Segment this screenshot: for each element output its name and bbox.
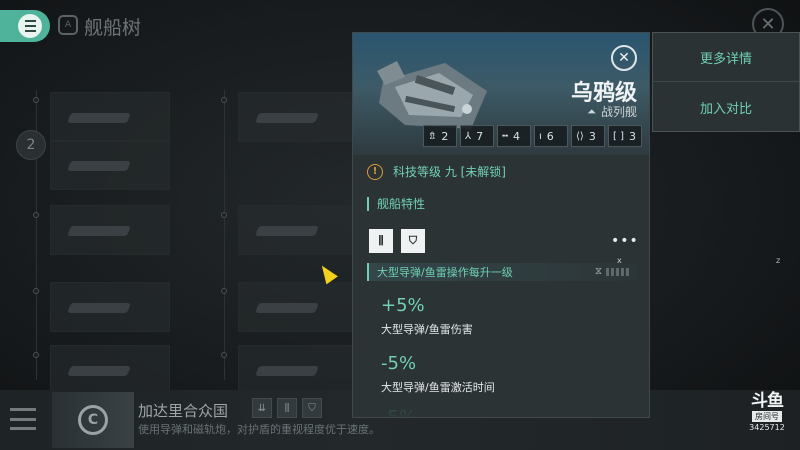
effect-value: +5% bbox=[381, 295, 425, 316]
stat-value: 3 bbox=[588, 129, 596, 143]
scroll-fade bbox=[353, 393, 649, 417]
ship-card[interactable] bbox=[238, 205, 358, 255]
nation-tags: ⇊ ⫼ ⛉ bbox=[252, 398, 322, 418]
stat-value: 7 bbox=[476, 129, 484, 143]
nation-description: 使用导弹和磁轨炮，对护盾的重视程度优于速度。 bbox=[138, 423, 380, 436]
ship-card[interactable] bbox=[50, 205, 170, 255]
shield-trait-icon[interactable]: ⛉ bbox=[401, 229, 425, 253]
tree-node bbox=[221, 97, 227, 103]
add-to-compare-button[interactable]: 加入对比 bbox=[653, 83, 799, 132]
ship-card[interactable] bbox=[50, 282, 170, 332]
tree-node bbox=[33, 212, 39, 218]
ship-card[interactable] bbox=[50, 92, 170, 142]
ship-class: ⏶ 战列舰 bbox=[587, 103, 637, 120]
tree-node bbox=[221, 352, 227, 358]
stat-value: 4 bbox=[513, 129, 521, 143]
stat-slot: ı6 bbox=[534, 125, 568, 147]
stream-watermark: 斗鱼 房间号 3425712 bbox=[742, 392, 792, 442]
slot-stats: ⇯ 2 ⅄ 7 ╍ 4 ı6 ⟨⟩ 3 [ ] 3 bbox=[423, 125, 642, 147]
stat-value: 6 bbox=[546, 129, 554, 143]
popup-header: ✕ 乌鸦级 ⏶ 战列舰 ⇯ 2 ⅄ 7 ╍ 4 ı6 ⟨⟩ 3 [ ] 3 bbox=[353, 33, 649, 155]
tree-line bbox=[224, 90, 225, 380]
tier-badge: 2 bbox=[16, 130, 46, 160]
nation-emblem[interactable]: C bbox=[52, 392, 134, 448]
trait-icons: ⫼ ⛉ bbox=[369, 229, 425, 253]
caldari-logo-icon: C bbox=[78, 405, 108, 435]
skill-level-marker: x bbox=[617, 256, 622, 265]
action-menu: 更多详情 加入对比 bbox=[652, 32, 800, 132]
page-title: 舰船树 bbox=[84, 17, 142, 39]
room-label: 房间号 bbox=[752, 411, 782, 422]
effect-label: 大型导弹/鱼雷伤害 bbox=[381, 323, 473, 336]
warning-icon: ! bbox=[367, 163, 383, 180]
stat-slot: ⅄ 7 bbox=[460, 125, 494, 147]
ship-class-label: 战列舰 bbox=[600, 105, 637, 119]
tech-level-row: ! 科技等级 九 [未解锁] bbox=[367, 163, 506, 180]
shield-tag-icon: ⛉ bbox=[302, 398, 322, 418]
more-icon[interactable]: ••• bbox=[611, 233, 639, 249]
shield-slot-icon: ⟨⟩ bbox=[576, 130, 584, 142]
ship-card[interactable] bbox=[238, 345, 358, 395]
tree-node bbox=[33, 288, 39, 294]
ship-card[interactable] bbox=[238, 282, 358, 332]
effect-value: -5% bbox=[381, 353, 417, 374]
missile-tag-icon: ⇊ bbox=[252, 398, 272, 418]
turret-icon: ⇯ bbox=[428, 130, 437, 142]
rig-icon: [ ] bbox=[613, 130, 624, 142]
room-id: 3425712 bbox=[749, 423, 785, 432]
tree-node bbox=[221, 212, 227, 218]
missile-icon: ╍ bbox=[502, 130, 509, 142]
section-title: 舰船特性 bbox=[367, 197, 425, 211]
popup-close-icon[interactable]: ✕ bbox=[611, 45, 637, 71]
douyu-logo: 斗鱼 bbox=[751, 391, 784, 411]
nation-name: 加达里合众国 bbox=[138, 402, 229, 420]
skill-icon: ⧖ bbox=[595, 266, 603, 277]
skill-level-meter: ⧖ bbox=[595, 266, 630, 277]
stat-value: 3 bbox=[628, 129, 636, 143]
stat-slot: ╍ 4 bbox=[497, 125, 531, 147]
stat-slot: ⇯ 2 bbox=[423, 125, 457, 147]
more-details-button[interactable]: 更多详情 bbox=[653, 33, 799, 82]
railgun-tag-icon: ⫼ bbox=[277, 398, 297, 418]
tech-level: 科技等级 九 [未解锁] bbox=[393, 165, 506, 179]
list-menu-icon[interactable] bbox=[10, 408, 36, 430]
battleship-class-icon: ⏶ bbox=[587, 104, 596, 118]
skill-bonus-title: 大型导弹/鱼雷操作每升一级 bbox=[377, 266, 513, 279]
ship-card[interactable] bbox=[238, 92, 358, 142]
tree-node bbox=[33, 97, 39, 103]
ship-card[interactable] bbox=[50, 140, 170, 190]
main-menu-button[interactable] bbox=[0, 10, 50, 42]
hamburger-icon bbox=[18, 14, 42, 38]
missile-trait-icon[interactable]: ⫼ bbox=[369, 229, 393, 253]
stray-label: z bbox=[776, 256, 781, 265]
ship-tree-icon: A bbox=[58, 15, 78, 35]
ship-detail-popup: ✕ 乌鸦级 ⏶ 战列舰 ⇯ 2 ⅄ 7 ╍ 4 ı6 ⟨⟩ 3 [ ] 3 ! 科技等级 … bbox=[352, 32, 650, 418]
stat-slot: ⟨⟩ 3 bbox=[571, 125, 605, 147]
stat-value: 2 bbox=[441, 129, 449, 143]
tree-node bbox=[33, 352, 39, 358]
tree-node bbox=[221, 288, 227, 294]
drone-icon: ⅄ bbox=[465, 130, 472, 142]
ship-card[interactable] bbox=[50, 345, 170, 395]
module-icon: ı bbox=[539, 130, 542, 142]
stat-slot: [ ] 3 bbox=[608, 125, 642, 147]
